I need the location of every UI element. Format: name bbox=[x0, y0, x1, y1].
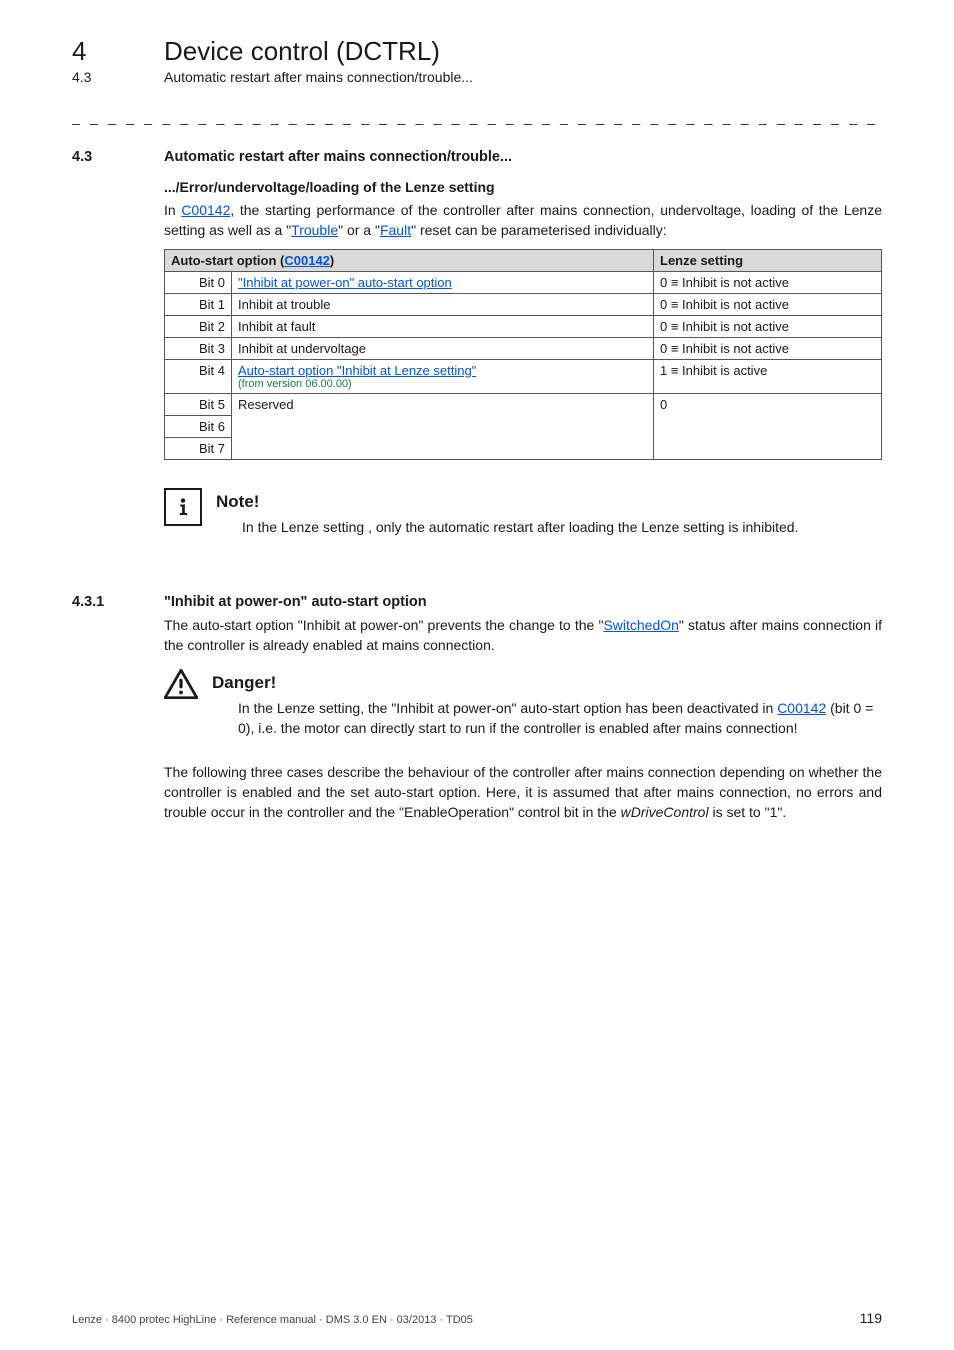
header-sub-title: Automatic restart after mains connection… bbox=[164, 69, 473, 85]
footer-left: Lenze · 8400 protec HighLine · Reference… bbox=[72, 1314, 473, 1326]
page-footer: Lenze · 8400 protec HighLine · Reference… bbox=[72, 1310, 882, 1326]
option-desc: Inhibit at trouble bbox=[232, 293, 654, 315]
link-fault[interactable]: Fault bbox=[380, 222, 411, 238]
dash-rule: _ _ _ _ _ _ _ _ _ _ _ _ _ _ _ _ _ _ _ _ … bbox=[72, 109, 882, 125]
closing-paragraph: The following three cases describe the b… bbox=[164, 763, 882, 823]
danger-body-pre: In the Lenze setting, the "Inhibit at po… bbox=[238, 700, 777, 716]
bit-label: Bit 6 bbox=[165, 415, 232, 437]
setting-value: 0 ≡ Inhibit is not active bbox=[654, 271, 882, 293]
table-header-left: Auto-start option (C00142) bbox=[165, 249, 654, 271]
table-row: Bit 1 Inhibit at trouble 0 ≡ Inhibit is … bbox=[165, 293, 882, 315]
note-body: In the Lenze setting , only the automati… bbox=[242, 518, 798, 538]
setting-value: 0 ≡ Inhibit is not active bbox=[654, 315, 882, 337]
section-4-3-number: 4.3 bbox=[72, 149, 128, 165]
option-desc: Inhibit at undervoltage bbox=[232, 337, 654, 359]
section-4-3-subheading: .../Error/undervoltage/loading of the Le… bbox=[164, 179, 882, 195]
bit-label: Bit 3 bbox=[165, 337, 232, 359]
table-row: Bit 6 bbox=[165, 415, 882, 437]
page-number: 119 bbox=[860, 1310, 882, 1326]
para-pre: The auto-start option "Inhibit at power-… bbox=[164, 617, 603, 633]
link-inhibit-power-on[interactable]: "Inhibit at power-on" auto-start option bbox=[238, 275, 452, 290]
intro-text-mid2: " or a " bbox=[338, 222, 380, 238]
intro-text-pre: In bbox=[164, 202, 181, 218]
link-c00142-table[interactable]: C00142 bbox=[284, 253, 330, 268]
bit-label: Bit 4 bbox=[165, 359, 232, 393]
bit-label: Bit 7 bbox=[165, 437, 232, 459]
option-desc: Inhibit at fault bbox=[232, 315, 654, 337]
bit-label: Bit 2 bbox=[165, 315, 232, 337]
section-4-3-1-intro: The auto-start option "Inhibit at power-… bbox=[164, 616, 882, 656]
section-4-3-title: Automatic restart after mains connection… bbox=[164, 149, 512, 165]
bit-label: Bit 5 bbox=[165, 393, 232, 415]
setting-value: 0 ≡ Inhibit is not active bbox=[654, 293, 882, 315]
setting-value: 1 ≡ Inhibit is active bbox=[654, 359, 882, 393]
table-header-left-post: ) bbox=[330, 253, 334, 268]
danger-callout: Danger! In the Lenze setting, the "Inhib… bbox=[164, 669, 882, 739]
link-c00142[interactable]: C00142 bbox=[181, 202, 230, 218]
link-trouble[interactable]: Trouble bbox=[291, 222, 338, 238]
version-note: (from version 06.00.00) bbox=[238, 378, 647, 390]
danger-body: In the Lenze setting, the "Inhibit at po… bbox=[238, 699, 882, 739]
chapter-title: Device control (DCTRL) bbox=[164, 36, 440, 67]
intro-text-post: " reset can be parameterised individuall… bbox=[411, 222, 667, 238]
table-row: Bit 2 Inhibit at fault 0 ≡ Inhibit is no… bbox=[165, 315, 882, 337]
closing-em: wDriveControl bbox=[621, 804, 709, 820]
table-row: Bit 4 Auto-start option "Inhibit at Lenz… bbox=[165, 359, 882, 393]
table-row: Bit 7 bbox=[165, 437, 882, 459]
chapter-number: 4 bbox=[72, 36, 128, 67]
link-c00142-danger[interactable]: C00142 bbox=[777, 700, 826, 716]
note-title: Note! bbox=[216, 492, 798, 512]
danger-icon bbox=[164, 669, 198, 704]
bit-label: Bit 1 bbox=[165, 293, 232, 315]
link-switchedon[interactable]: SwitchedOn bbox=[603, 617, 678, 633]
section-4-3-intro: In C00142, the starting performance of t… bbox=[164, 201, 882, 241]
setting-value: 0 bbox=[654, 393, 882, 415]
setting-value: 0 ≡ Inhibit is not active bbox=[654, 337, 882, 359]
link-inhibit-lenze-setting[interactable]: Auto-start option "Inhibit at Lenze sett… bbox=[238, 363, 476, 378]
danger-title: Danger! bbox=[212, 673, 882, 693]
note-callout: Note! In the Lenze setting , only the au… bbox=[164, 488, 882, 538]
auto-start-option-table: Auto-start option (C00142) Lenze setting… bbox=[164, 249, 882, 460]
closing-post: is set to "1". bbox=[709, 804, 787, 820]
table-header-right: Lenze setting bbox=[654, 249, 882, 271]
table-row: Bit 0 "Inhibit at power-on" auto-start o… bbox=[165, 271, 882, 293]
header-sub-number: 4.3 bbox=[72, 69, 128, 85]
bit-label: Bit 0 bbox=[165, 271, 232, 293]
table-row: Bit 3 Inhibit at undervoltage 0 ≡ Inhibi… bbox=[165, 337, 882, 359]
section-4-3-1-number: 4.3.1 bbox=[72, 594, 128, 610]
table-header-left-pre: Auto-start option ( bbox=[171, 253, 284, 268]
section-4-3-1-title: "Inhibit at power-on" auto-start option bbox=[164, 594, 427, 610]
info-icon bbox=[164, 488, 202, 526]
option-desc: Reserved bbox=[232, 393, 654, 415]
table-row: Bit 5 Reserved 0 bbox=[165, 393, 882, 415]
